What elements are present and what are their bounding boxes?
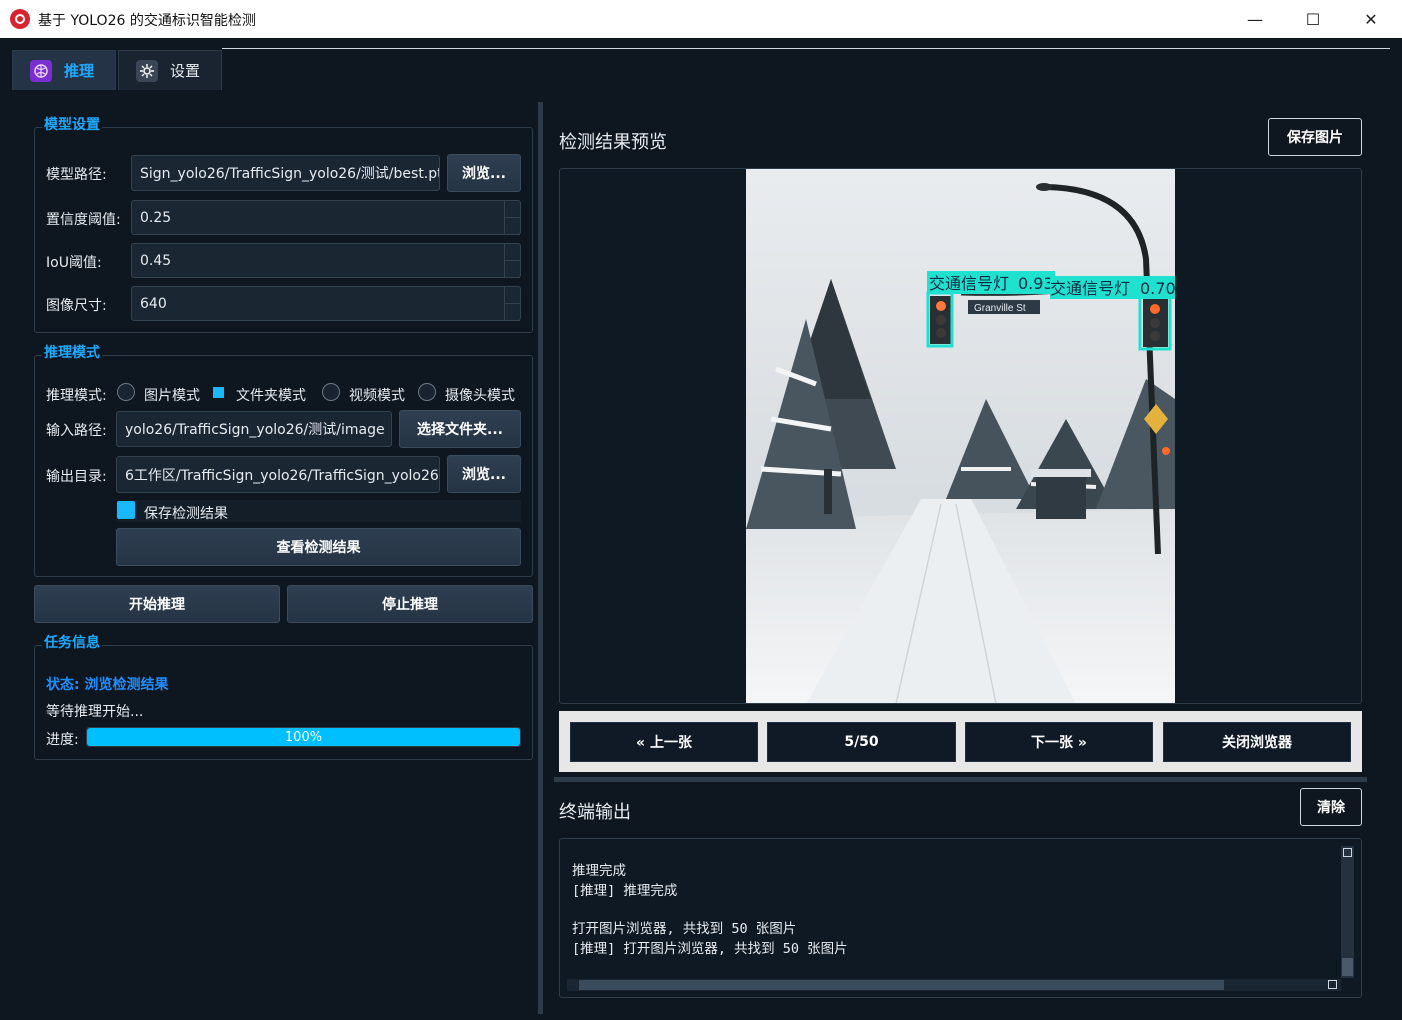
iou-stepper[interactable] [504,243,520,278]
scroll-up-icon[interactable] [1343,848,1352,857]
iou-value: 0.45 [140,252,172,269]
task-info-title: 任务信息 [42,632,102,652]
image-mode-label: 图片模式 [144,388,200,404]
clear-terminal-button[interactable]: 清除 [1300,788,1362,826]
video-mode-label: 视频模式 [349,388,405,404]
image-size-label: 图像尺寸: [46,298,107,314]
output-dir-value: 6工作区/TrafficSign_yolo26/TrafficSign_yolo… [125,467,439,484]
vertical-splitter[interactable] [538,102,543,1014]
input-path-label: 输入路径: [46,423,107,439]
status-text: 状态: 浏览检测结果 [46,677,169,693]
close-browser-button[interactable]: 关闭浏览器 [1163,722,1351,762]
title-bar: 基于 YOLO26 的交通标识智能检测 — ☐ ✕ [0,0,1402,38]
save-image-button[interactable]: 保存图片 [1268,118,1362,156]
iou-spinbox[interactable]: 0.45 [131,243,521,278]
window-title: 基于 YOLO26 的交通标识智能检测 [38,13,256,29]
iou-label: IoU阈值: [46,255,102,271]
terminal-line: 推理完成 [572,863,626,879]
detection-score-1: 0.93 [1018,274,1054,293]
model-path-value: Sign_yolo26/TrafficSign_yolo26/测试/best.p… [140,166,440,182]
save-results-label: 保存检测结果 [144,506,228,522]
image-browser-nav: « 上一张 5/50 下一张 » 关闭浏览器 [559,711,1362,772]
detection-label-1: 交通信号灯 [929,274,1009,293]
confidence-stepper[interactable] [504,200,520,235]
output-dir-field[interactable]: 6工作区/TrafficSign_yolo26/TrafficSign_yolo… [116,456,440,493]
terminal-output: 推理完成 [推理] 推理完成 打开图片浏览器, 共找到 50 张图片 [推理] … [559,838,1362,998]
terminal-title: 终端输出 [559,802,631,823]
confidence-spinbox[interactable]: 0.25 [131,200,521,235]
output-dir-label: 输出目录: [46,469,107,485]
save-results-checkbox[interactable] [117,501,135,519]
view-results-button[interactable]: 查看检测结果 [116,528,521,566]
hscroll-thumb[interactable] [579,980,1224,990]
terminal-horizontal-scrollbar[interactable] [567,979,1341,991]
mode-label: 推理模式: [46,388,107,404]
app-logo-icon [10,9,30,29]
scroll-right-icon[interactable] [1328,980,1337,989]
radio-image-mode[interactable] [117,383,135,401]
confidence-label: 置信度阈值: [46,212,121,228]
minimize-button[interactable]: — [1226,0,1284,38]
detection-score-2: 0.70 [1140,279,1175,298]
gear-icon [136,59,158,82]
image-size-stepper[interactable] [504,286,520,321]
tab-inference-label: 推理 [64,62,95,80]
model-settings-title: 模型设置 [42,114,102,134]
terminal-line: [推理] 打开图片浏览器, 共找到 50 张图片 [572,941,848,957]
next-image-button[interactable]: 下一张 » [965,722,1153,762]
brain-icon [30,59,52,82]
horizontal-splitter[interactable] [554,777,1367,782]
tab-settings[interactable]: 设置 [118,50,222,90]
scroll-thumb[interactable] [1342,958,1353,976]
radio-folder-mode[interactable] [213,387,224,398]
tab-inference[interactable]: 推理 [12,50,116,90]
radio-video-mode[interactable] [322,383,340,401]
stop-inference-button[interactable]: 停止推理 [287,585,533,623]
tab-bar-divider [222,48,1390,49]
progress-bar: 100% [86,727,521,747]
radio-camera-mode[interactable] [418,383,436,401]
detection-label-2: 交通信号灯 [1050,279,1130,298]
image-size-spinbox[interactable]: 640 [131,286,521,321]
model-browse-button[interactable]: 浏览... [447,154,521,192]
street-sign-text: Granville St [974,303,1026,314]
image-size-value: 640 [140,295,167,312]
maximize-button[interactable]: ☐ [1284,0,1342,38]
detection-image: Granville St 交通信号灯 0.93 交通信号灯 0.70 [746,169,1175,703]
input-path-value: yolo26/TrafficSign_yolo26/测试/image [125,422,385,438]
preview-title: 检测结果预览 [559,132,667,153]
prev-image-button[interactable]: « 上一张 [570,722,758,762]
confidence-value: 0.25 [140,209,172,226]
terminal-line: 打开图片浏览器, 共找到 50 张图片 [572,921,797,937]
model-path-input[interactable]: Sign_yolo26/TrafficSign_yolo26/测试/best.p… [131,155,440,191]
model-path-label: 模型路径: [46,167,107,183]
progress-label: 进度: [46,732,79,748]
preview-area: Granville St 交通信号灯 0.93 交通信号灯 0.70 [559,168,1362,704]
camera-mode-label: 摄像头模式 [445,388,515,404]
image-counter: 5/50 [767,722,956,762]
task-message: 等待推理开始... [46,704,144,720]
progress-text: 100% [284,729,323,745]
select-folder-button[interactable]: 选择文件夹... [399,410,521,448]
terminal-line: [推理] 推理完成 [572,883,678,899]
tab-settings-label: 设置 [170,62,201,80]
folder-mode-label: 文件夹模式 [236,388,306,404]
close-button[interactable]: ✕ [1342,0,1400,38]
start-inference-button[interactable]: 开始推理 [34,585,280,623]
inference-mode-title: 推理模式 [42,342,102,362]
terminal-vertical-scrollbar[interactable] [1341,846,1354,978]
input-path-field[interactable]: yolo26/TrafficSign_yolo26/测试/image [116,411,392,447]
output-browse-button[interactable]: 浏览... [447,455,521,493]
